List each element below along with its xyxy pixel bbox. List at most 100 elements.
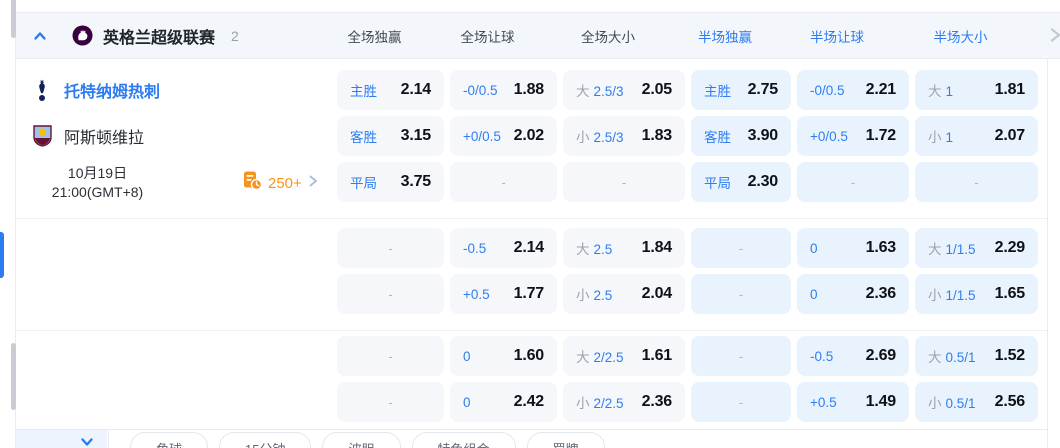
odds-label: 平局 — [350, 176, 377, 191]
odds-cell-empty: - — [691, 382, 791, 422]
footer-collapse-area[interactable] — [16, 430, 107, 448]
odds-group-main: 主胜 2.14 -0/0.5 1.88 大 2.5/3 2.05 主胜 2.75 -0/0.5 2.… — [337, 70, 1038, 202]
odds-cell-empty: - — [797, 162, 909, 202]
odds-cell[interactable]: +0.5 1.77 — [450, 274, 557, 314]
odds-cell[interactable]: +0/0.5 2.02 — [450, 116, 557, 156]
odds-cell[interactable]: 小 2.5/3 1.83 — [563, 116, 685, 156]
home-team-name: 托特纳姆热刺 — [64, 84, 161, 101]
market-tab-pill[interactable]: 特色组合 — [411, 432, 516, 448]
markets-icon — [242, 170, 263, 196]
odds-label: -0/0.5 — [463, 82, 498, 98]
odds-cell[interactable]: 0 2.42 — [450, 382, 557, 422]
odds-cell[interactable]: 小 1 2.07 — [915, 116, 1038, 156]
odds-value: 1.65 — [994, 285, 1026, 302]
odds-value: 2.05 — [641, 81, 673, 98]
odds-cell[interactable]: 客胜 3.90 — [691, 116, 791, 156]
empty-dash: - — [850, 174, 856, 190]
odds-cell[interactable]: -0.5 2.14 — [450, 228, 557, 268]
odds-label: 小 2.5 — [576, 288, 613, 303]
odds-label: 小 2.5/3 — [576, 130, 624, 145]
footer-border — [16, 429, 1047, 430]
odds-cell[interactable]: 客胜 3.15 — [337, 116, 444, 156]
odds-cell[interactable]: 小 2/2.5 2.36 — [563, 382, 685, 422]
away-team-name: 阿斯顿维拉 — [64, 130, 145, 147]
odds-cell[interactable]: +0.5 1.49 — [797, 382, 909, 422]
odds-cell[interactable]: -0/0.5 2.21 — [797, 70, 909, 110]
column-header: 全场大小 — [581, 29, 635, 45]
odds-value: 1.77 — [513, 285, 545, 302]
odds-label: 大 2/2.5 — [576, 350, 624, 365]
odds-cell-empty: - — [337, 382, 444, 422]
collapse-chevron-up-icon[interactable] — [32, 28, 48, 44]
odds-cell-empty: - — [691, 274, 791, 314]
odds-cell[interactable]: 主胜 2.14 — [337, 70, 444, 110]
odds-value: 1.49 — [865, 393, 897, 410]
odds-cell[interactable]: 大 0.5/1 1.52 — [915, 336, 1038, 376]
odds-label: 客胜 — [704, 130, 731, 145]
odds-cell[interactable]: 平局 3.75 — [337, 162, 444, 202]
odds-label: 平局 — [704, 176, 731, 191]
market-tab-pill[interactable]: 罚牌 — [526, 432, 605, 448]
odds-cell-empty: - — [337, 336, 444, 376]
column-header: 半场大小 — [933, 29, 988, 45]
odds-value: 3.75 — [400, 173, 432, 190]
empty-dash: - — [738, 394, 744, 410]
league-match-count: 2 — [231, 27, 239, 44]
odds-value: 2.36 — [641, 393, 673, 410]
odds-cell[interactable]: 大 2.5/3 2.05 — [563, 70, 685, 110]
home-team-row[interactable]: 托特纳姆热刺 — [30, 70, 160, 110]
odds-label: +0.5 — [463, 286, 490, 302]
odds-cell[interactable]: 平局 2.30 — [691, 162, 791, 202]
odds-cell[interactable]: 0 2.36 — [797, 274, 909, 314]
odds-value: 2.29 — [994, 239, 1026, 256]
odds-value: 2.04 — [641, 285, 673, 302]
empty-dash: - — [388, 240, 393, 256]
empty-dash: - — [501, 174, 506, 190]
odds-label: 小 2/2.5 — [576, 396, 624, 411]
scrollbar-thumb-bottom[interactable] — [11, 343, 16, 410]
expand-chevron-down-icon[interactable] — [79, 434, 95, 448]
market-tab-pill[interactable]: 波胆 — [322, 432, 401, 448]
odds-cell[interactable]: 小 2.5 2.04 — [563, 274, 685, 314]
away-team-row[interactable]: 阿斯顿维拉 — [30, 116, 144, 156]
odds-value: 1.60 — [513, 347, 545, 364]
market-tab-pill[interactable]: 角球 — [130, 432, 209, 448]
odds-value: 1.84 — [641, 239, 673, 256]
tottenham-crest-icon — [30, 78, 54, 102]
empty-dash: - — [388, 286, 393, 302]
odds-cell[interactable]: 大 1 1.81 — [915, 70, 1038, 110]
odds-cell[interactable]: +0/0.5 1.72 — [797, 116, 909, 156]
odds-cell[interactable]: 0 1.63 — [797, 228, 909, 268]
extra-markets-link[interactable]: 250+ — [242, 169, 319, 197]
odds-cell[interactable]: 0 1.60 — [450, 336, 557, 376]
market-tab-pill[interactable]: 15分钟 — [219, 432, 312, 448]
odds-cell-empty: - — [691, 336, 791, 376]
odds-cell[interactable]: 大 2/2.5 1.61 — [563, 336, 685, 376]
odds-label: 0 — [463, 348, 471, 364]
odds-cell[interactable]: 小 0.5/1 2.56 — [915, 382, 1038, 422]
odds-cell[interactable]: 大 2.5 1.84 — [563, 228, 685, 268]
odds-group-alt1: - -0.5 2.14 大 2.5 1.84-0 1.63 大 1/1.5 2.29- +0.5 1.… — [337, 228, 1038, 314]
odds-value: 2.56 — [994, 393, 1026, 410]
odds-value: 2.36 — [865, 285, 897, 302]
odds-value: 2.14 — [400, 81, 432, 98]
odds-cell[interactable]: 主胜 2.75 — [691, 70, 791, 110]
odds-cell[interactable]: 大 1/1.5 2.29 — [915, 228, 1038, 268]
column-header: 全场让球 — [460, 29, 515, 45]
odds-label: 主胜 — [350, 84, 377, 99]
odds-value: 2.14 — [513, 239, 545, 256]
group-divider — [16, 330, 1047, 331]
odds-cell[interactable]: -0/0.5 1.88 — [450, 70, 557, 110]
empty-dash: - — [621, 174, 627, 190]
premier-league-logo-icon — [72, 25, 93, 46]
odds-cell-empty: - — [450, 162, 557, 202]
odds-group-alt2: -0 1.60 大 2/2.5 1.61- -0.5 2.69 大 0.5/1 1.52-0 2.4… — [337, 336, 1038, 422]
odds-cell[interactable]: 小 1/1.5 1.65 — [915, 274, 1038, 314]
odds-label: 小 1/1.5 — [928, 288, 976, 303]
odds-value: 1.72 — [865, 127, 897, 144]
odds-label: -0.5 — [463, 240, 487, 256]
more-columns-chevron-icon[interactable] — [1048, 27, 1060, 48]
odds-label: 0 — [810, 240, 818, 256]
odds-cell[interactable]: -0.5 2.69 — [797, 336, 909, 376]
empty-dash: - — [388, 348, 393, 364]
